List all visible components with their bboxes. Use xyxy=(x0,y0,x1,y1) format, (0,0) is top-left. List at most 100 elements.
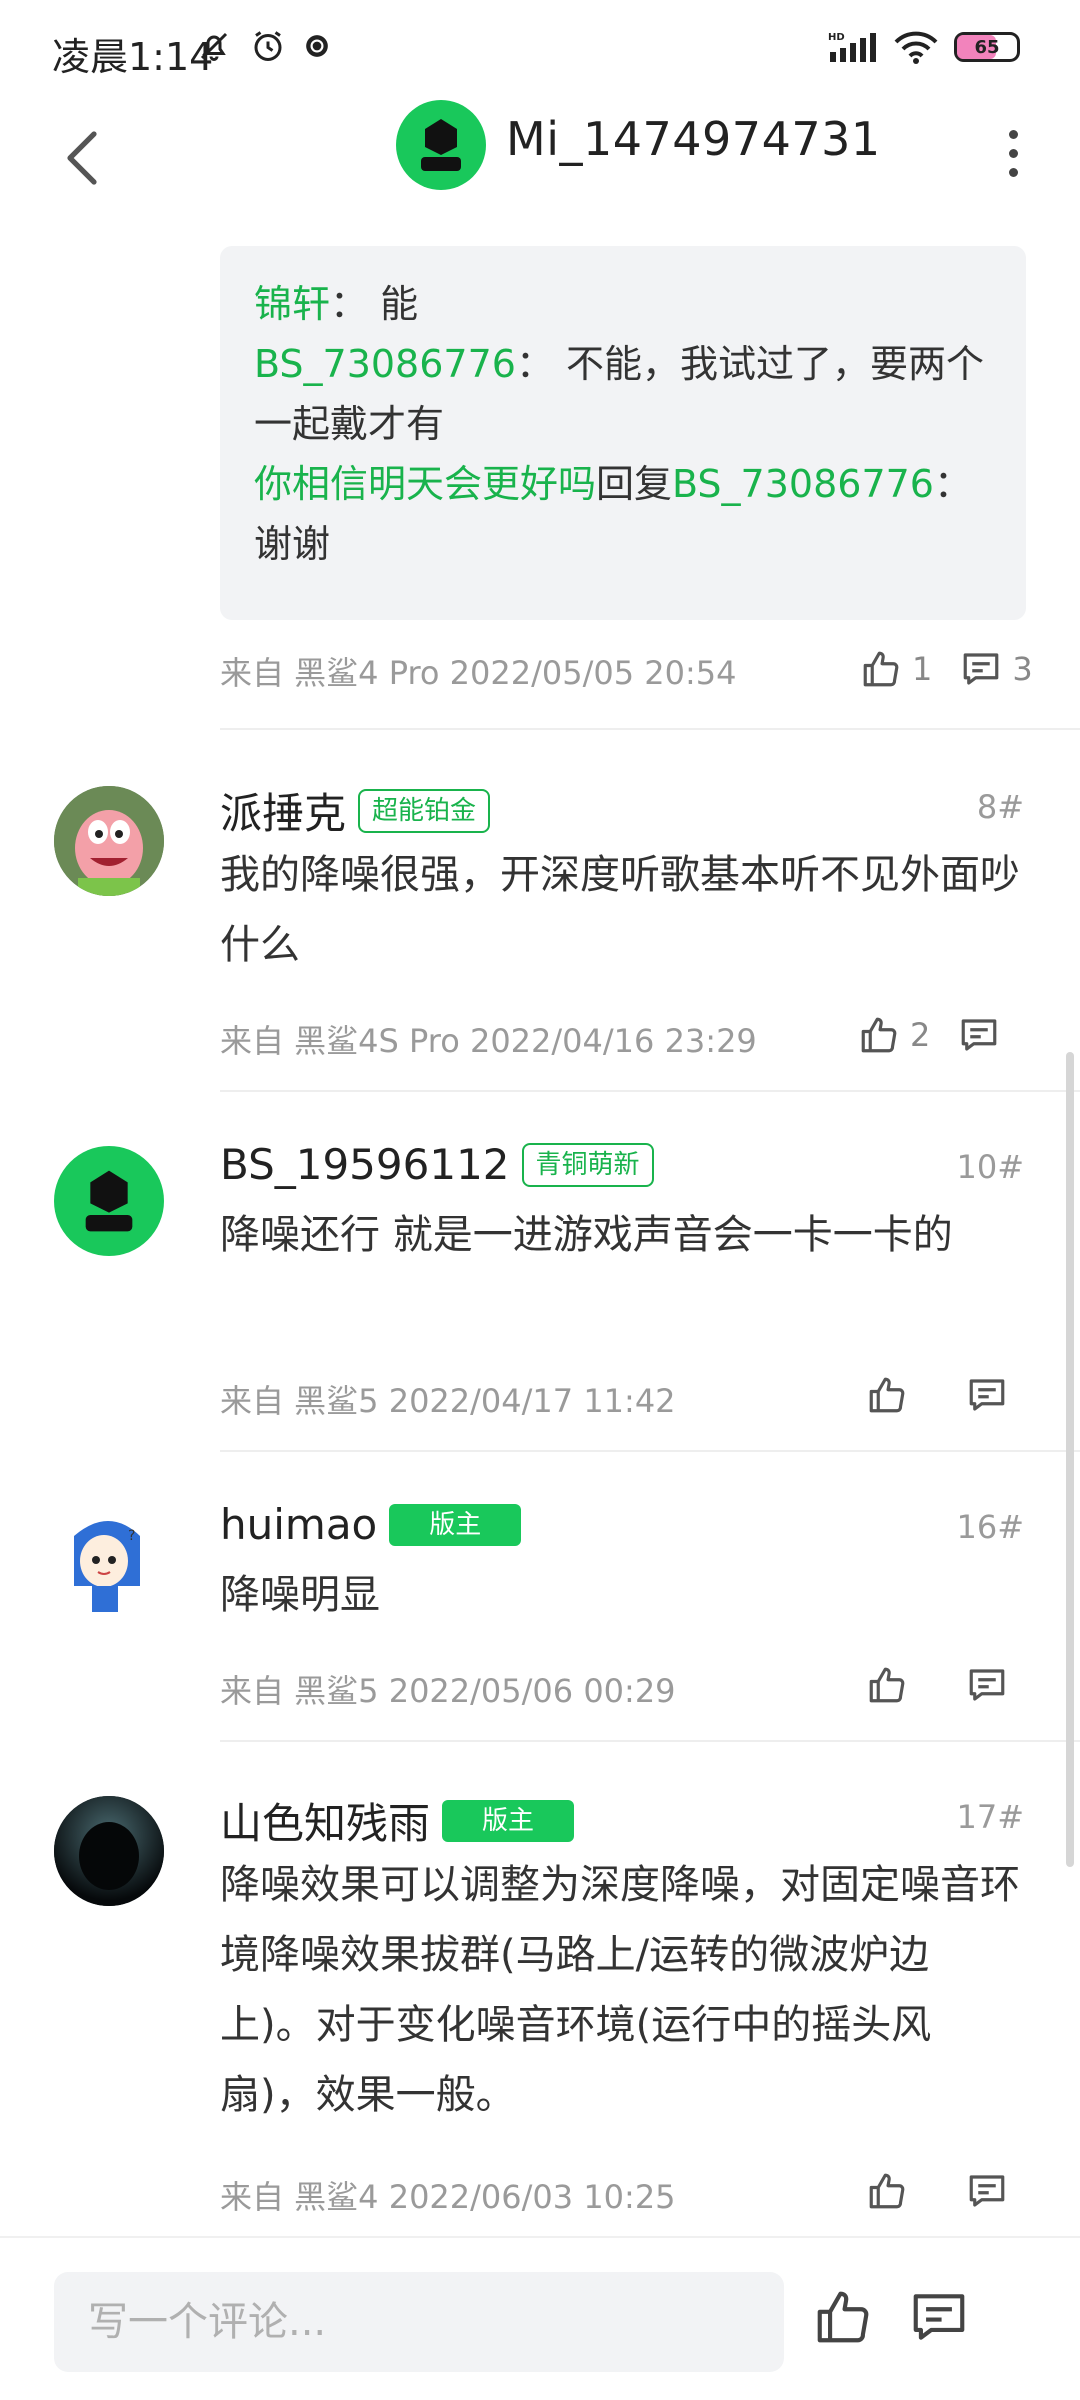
reply-line: 你相信明天会更好吗回复BS_73086776： 谢谢 xyxy=(254,454,992,574)
post-actions: 1 3 xyxy=(860,648,1033,690)
more-options-button[interactable] xyxy=(998,118,1028,188)
comment-author[interactable]: BS_19596112 xyxy=(220,1140,510,1189)
comment-author[interactable]: 派捶克 xyxy=(220,780,346,841)
bottom-like-button[interactable] xyxy=(812,2286,874,2352)
post-meta: 来自 黑鲨4 Pro 2022/05/05 20:54 xyxy=(220,654,737,692)
avatar[interactable]: ? xyxy=(54,1506,164,1616)
comment-meta: 来自 黑鲨5 2022/05/06 00:29 xyxy=(220,1672,676,1710)
divider xyxy=(220,1090,1080,1092)
reply-line: BS_73086776： 不能，我试过了，要两个一起戴才有 xyxy=(254,334,992,454)
comment-button[interactable]: 3 xyxy=(960,648,1033,690)
status-bar: 凌晨1:14 HD 65 xyxy=(0,0,1080,100)
svg-text:?: ? xyxy=(128,1528,135,1544)
reply-username[interactable]: 锦轩 xyxy=(254,282,330,326)
header-avatar[interactable] xyxy=(396,100,486,190)
comment-text: 降噪效果可以调整为深度降噪，对固定噪音环境降噪效果拔群(马路上/运转的微波炉边上… xyxy=(220,1862,1020,2118)
nested-replies-box[interactable]: 锦轩： 能 BS_73086776： 不能，我试过了，要两个一起戴才有 你相信明… xyxy=(220,246,1026,620)
battery-icon: 65 xyxy=(954,32,1020,62)
reply-line: 锦轩： 能 xyxy=(254,274,992,334)
comment-icon xyxy=(969,2175,1005,2207)
anime-girl-avatar-icon: ? xyxy=(54,1506,164,1616)
comment-actions xyxy=(866,1664,1008,1706)
comment-icon xyxy=(913,2294,965,2340)
like-button[interactable] xyxy=(866,1374,918,1416)
mute-bell-icon xyxy=(200,32,228,61)
moderator-badge: 版主 xyxy=(389,1503,522,1546)
avatar[interactable] xyxy=(54,1146,164,1256)
comment-author-row: BS_19596112 青铜萌新 xyxy=(220,1140,654,1189)
user-level-badge: 青铜萌新 xyxy=(521,1142,654,1187)
comment-author-row: 派捶克 超能铂金 xyxy=(220,780,491,841)
alarm-clock-icon xyxy=(254,31,282,61)
comment-author[interactable]: huimao xyxy=(220,1500,377,1549)
like-button[interactable] xyxy=(866,1664,918,1706)
comment-text: 降噪明显 xyxy=(220,1572,380,1618)
chevron-left-icon xyxy=(67,131,97,185)
divider xyxy=(220,1740,1080,1742)
comment-meta: 来自 黑鲨4S Pro 2022/04/16 23:29 xyxy=(220,1022,757,1060)
user-level-badge: 超能铂金 xyxy=(358,788,491,833)
comment-icon xyxy=(969,1379,1005,1411)
top-bar: Mi_1474974731 xyxy=(0,100,1080,220)
comment-author[interactable]: 山色知残雨 xyxy=(220,1790,430,1851)
reply-button[interactable] xyxy=(966,1664,1008,1706)
floor-number: 16# xyxy=(956,1508,1024,1546)
scrollbar[interactable] xyxy=(1066,1052,1074,1867)
signal-icon: HD xyxy=(828,32,876,62)
reply-button[interactable] xyxy=(966,1374,1008,1416)
bottom-comment-button[interactable] xyxy=(908,2286,970,2352)
reply-separator: ： xyxy=(515,342,554,386)
reply-separator: ： xyxy=(933,462,972,506)
floor-number: 8# xyxy=(976,788,1024,826)
avatar[interactable] xyxy=(54,786,164,896)
reply-to-label: 回复 xyxy=(596,462,673,506)
comment-actions xyxy=(866,1374,1008,1416)
reply-text: 能 xyxy=(380,282,419,326)
comment-icon xyxy=(969,1669,1005,1701)
divider xyxy=(220,1450,1080,1452)
svg-text:HD: HD xyxy=(828,32,845,43)
comment-meta: 来自 黑鲨5 2022/04/17 11:42 xyxy=(220,1382,676,1420)
avatar[interactable] xyxy=(54,1796,164,1906)
page-title: Mi_1474974731 xyxy=(506,112,881,166)
divider xyxy=(220,728,1080,730)
default-avatar-icon xyxy=(421,119,461,171)
like-button[interactable]: 2 xyxy=(858,1014,930,1056)
wifi-icon xyxy=(894,31,938,64)
floor-number: 10# xyxy=(956,1148,1024,1186)
comment-actions: 2 xyxy=(858,1014,1000,1056)
floor-number: 17# xyxy=(956,1798,1024,1836)
bottom-comment-bar xyxy=(0,2236,1080,2400)
reply-button[interactable] xyxy=(958,1014,1000,1056)
comment-author-row: 山色知残雨 版主 xyxy=(220,1790,575,1851)
status-icons-left xyxy=(196,28,330,64)
reply-username[interactable]: BS_73086776 xyxy=(254,342,516,386)
like-button[interactable]: 1 xyxy=(860,648,932,690)
like-count: 1 xyxy=(912,650,933,688)
comment-count: 3 xyxy=(1012,650,1033,688)
back-button[interactable] xyxy=(52,118,112,198)
thumbs-up-icon xyxy=(861,1017,897,1053)
reply-button[interactable] xyxy=(966,2170,1008,2212)
thumbs-up-icon xyxy=(817,2291,869,2343)
reply-username[interactable]: 你相信明天会更好吗 xyxy=(254,462,596,506)
comment-actions xyxy=(866,2170,1008,2212)
reply-target-username[interactable]: BS_73086776 xyxy=(672,462,934,506)
starfish-avatar-icon xyxy=(54,786,164,896)
app-notification-icon xyxy=(306,35,328,57)
thumbs-up-icon xyxy=(863,651,899,687)
status-icons-right: HD 65 xyxy=(828,30,1020,64)
comment-input[interactable] xyxy=(54,2272,784,2372)
battery-level: 65 xyxy=(974,36,1000,58)
comment-author-row: huimao 版主 xyxy=(220,1500,522,1549)
comment-text: 降噪还行 就是一进游戏声音会一卡一卡的 xyxy=(220,1212,953,1258)
like-button[interactable] xyxy=(866,2170,918,2212)
reply-text: 谢谢 xyxy=(254,522,331,566)
like-count: 2 xyxy=(910,1016,931,1054)
comment-text: 我的降噪很强，开深度听歌基本听不见外面吵什么 xyxy=(220,852,1020,968)
status-time: 凌晨1:14 xyxy=(52,35,214,79)
comment-meta: 来自 黑鲨4 2022/06/03 10:25 xyxy=(220,2178,676,2216)
thumbs-up-icon xyxy=(869,1377,905,1413)
moderator-badge: 版主 xyxy=(442,1799,575,1842)
dark-photo-avatar-icon xyxy=(54,1796,164,1906)
